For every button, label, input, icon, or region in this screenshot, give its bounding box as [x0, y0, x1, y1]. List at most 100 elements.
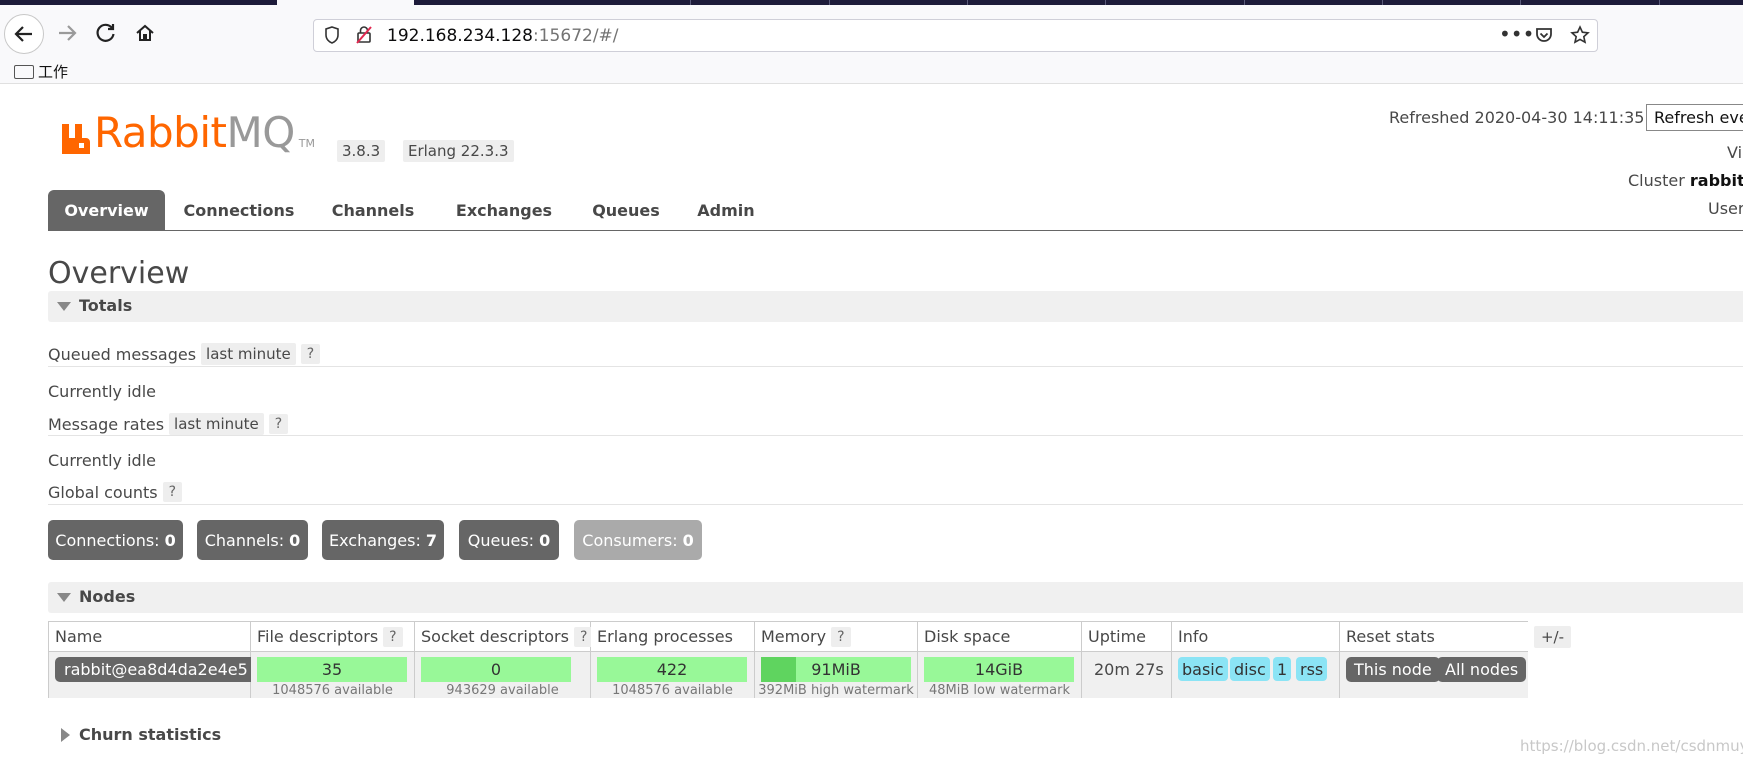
- home-icon[interactable]: [127, 15, 163, 51]
- reset-this-node-button[interactable]: This node: [1346, 657, 1440, 682]
- page-title: Overview: [48, 256, 190, 291]
- tab-queues[interactable]: Queues: [586, 190, 666, 230]
- header-text: Socket descriptors: [421, 627, 569, 646]
- pocket-icon[interactable]: [1534, 25, 1554, 49]
- count-value: 0: [164, 530, 176, 550]
- bookmarks-bar: 工作: [0, 59, 1743, 84]
- bar-sub-label: 943629 available: [446, 683, 559, 698]
- main-nav: Overview Connections Channels Exchanges …: [48, 190, 1743, 231]
- queued-idle-text: Currently idle: [48, 382, 156, 401]
- count-value: 7: [425, 530, 438, 550]
- count-value: 0: [682, 530, 694, 550]
- bar-value: 14GiB: [974, 660, 1024, 679]
- churn-section-header[interactable]: Churn statistics: [48, 720, 1743, 751]
- info-tag-basic[interactable]: basic: [1178, 657, 1228, 681]
- count-label: Exchanges:: [328, 530, 421, 550]
- back-icon[interactable]: [4, 14, 44, 54]
- divider: [48, 435, 1743, 436]
- channels-count-button[interactable]: Channels: 0: [197, 520, 308, 560]
- bar-value: 91MiB: [811, 660, 861, 679]
- count-label: Connections:: [55, 530, 160, 550]
- nodes-section-header[interactable]: Nodes: [48, 582, 1743, 613]
- tab-overview[interactable]: Overview: [48, 190, 165, 230]
- help-icon[interactable]: ?: [162, 482, 183, 502]
- reload-icon[interactable]: [88, 15, 124, 51]
- cluster-info: Cluster rabbit@: [1628, 171, 1743, 190]
- tab-exchanges[interactable]: Exchanges: [452, 190, 556, 230]
- divider: [48, 504, 1743, 505]
- url-text[interactable]: 192.168.234.128:15672/#/: [387, 26, 619, 46]
- erlang-version-badge: Erlang 22.3.3: [403, 140, 514, 162]
- exchanges-count-button[interactable]: Exchanges: 7: [322, 520, 444, 560]
- refresh-interval-select[interactable]: Refresh every: [1646, 104, 1743, 131]
- forward-icon[interactable]: [49, 15, 85, 51]
- help-icon[interactable]: ?: [831, 626, 851, 647]
- shield-icon[interactable]: [323, 25, 341, 49]
- reset-all-nodes-button[interactable]: All nodes: [1437, 657, 1527, 682]
- memory-cell: 91MiB 392MiB high watermark: [755, 652, 918, 698]
- help-icon[interactable]: ?: [268, 414, 289, 434]
- header-text: Uptime: [1088, 627, 1147, 646]
- logo-wordmark: RabbitMQ: [94, 112, 295, 154]
- tab-admin[interactable]: Admin: [695, 190, 757, 230]
- address-bar[interactable]: 192.168.234.128:15672/#/ •••: [313, 19, 1598, 52]
- info-tag-disc[interactable]: disc: [1230, 657, 1270, 681]
- nodes-table: Name File descriptors? Socket descriptor…: [48, 621, 1528, 698]
- header-text: Disk space: [924, 627, 1011, 646]
- nodes-title: Nodes: [79, 587, 136, 606]
- tab-connections[interactable]: Connections: [183, 190, 295, 230]
- column-toggle-button[interactable]: +/-: [1534, 626, 1571, 648]
- count-value: 0: [539, 530, 551, 550]
- divider: [48, 366, 1743, 367]
- insecure-lock-icon[interactable]: [355, 25, 373, 49]
- info-tag-count[interactable]: 1: [1273, 657, 1292, 681]
- page-actions-icon[interactable]: •••: [1499, 22, 1534, 46]
- node-name-button[interactable]: rabbit@ea8d4da2e4e5: [55, 657, 257, 682]
- bookmark-folder[interactable]: 工作: [14, 61, 68, 82]
- column-header: File descriptors?: [251, 622, 415, 652]
- rabbitmq-logo[interactable]: RabbitMQ TM: [62, 112, 315, 154]
- collapse-icon: [57, 302, 71, 311]
- header-text: File descriptors: [257, 627, 379, 646]
- expand-icon: [61, 728, 70, 742]
- cluster-name: rabbit@: [1689, 171, 1743, 190]
- bar-value: 35: [321, 660, 343, 679]
- totals-section-header[interactable]: Totals: [48, 291, 1743, 322]
- watermark-text: https://blog.csdn.net/csdnmuyi: [1520, 737, 1743, 755]
- message-rates-row: Message rates last minute ?: [48, 413, 289, 435]
- column-header: Disk space: [918, 622, 1082, 652]
- column-header: Info: [1172, 622, 1340, 652]
- consumers-count-button[interactable]: Consumers: 0: [574, 520, 702, 560]
- disk-space-cell: 14GiB 48MiB low watermark: [918, 652, 1082, 698]
- help-icon[interactable]: ?: [383, 626, 403, 647]
- erlang-processes-bar: 422: [597, 657, 747, 682]
- info-tag-rss[interactable]: rss: [1296, 657, 1328, 681]
- url-path: :15672/#/: [533, 26, 619, 46]
- uptime-value: 20m 27s: [1094, 660, 1164, 679]
- queued-messages-row: Queued messages last minute ?: [48, 343, 321, 365]
- logo-rabbit: Rabbit: [94, 108, 227, 157]
- memory-used-fill: [761, 657, 796, 682]
- connections-count-button[interactable]: Connections: 0: [48, 520, 183, 560]
- star-icon[interactable]: [1570, 25, 1590, 49]
- header-text: Erlang processes: [597, 627, 733, 646]
- header-text: Info: [1178, 627, 1209, 646]
- logo-trademark: TM: [298, 137, 315, 150]
- header-text: Memory: [761, 627, 827, 646]
- help-icon[interactable]: ?: [300, 344, 321, 364]
- rates-range-selector[interactable]: last minute: [169, 413, 264, 435]
- bar-sub-label: 1048576 available: [272, 683, 393, 698]
- cluster-label: Cluster: [1628, 171, 1685, 190]
- node-name-cell: rabbit@ea8d4da2e4e5: [49, 652, 257, 698]
- uptime-cell: 20m 27s: [1082, 652, 1172, 698]
- queued-range-selector[interactable]: last minute: [201, 343, 296, 365]
- column-header: Reset stats: [1340, 622, 1528, 652]
- count-label: Consumers:: [582, 530, 678, 550]
- folder-icon: [14, 64, 34, 79]
- memory-bar: 91MiB: [761, 657, 911, 682]
- totals-title: Totals: [79, 296, 133, 315]
- tab-channels[interactable]: Channels: [330, 190, 416, 230]
- queues-count-button[interactable]: Queues: 0: [459, 520, 559, 560]
- message-rates-label: Message rates: [48, 414, 165, 434]
- browser-toolbar: 192.168.234.128:15672/#/ •••: [0, 5, 1743, 59]
